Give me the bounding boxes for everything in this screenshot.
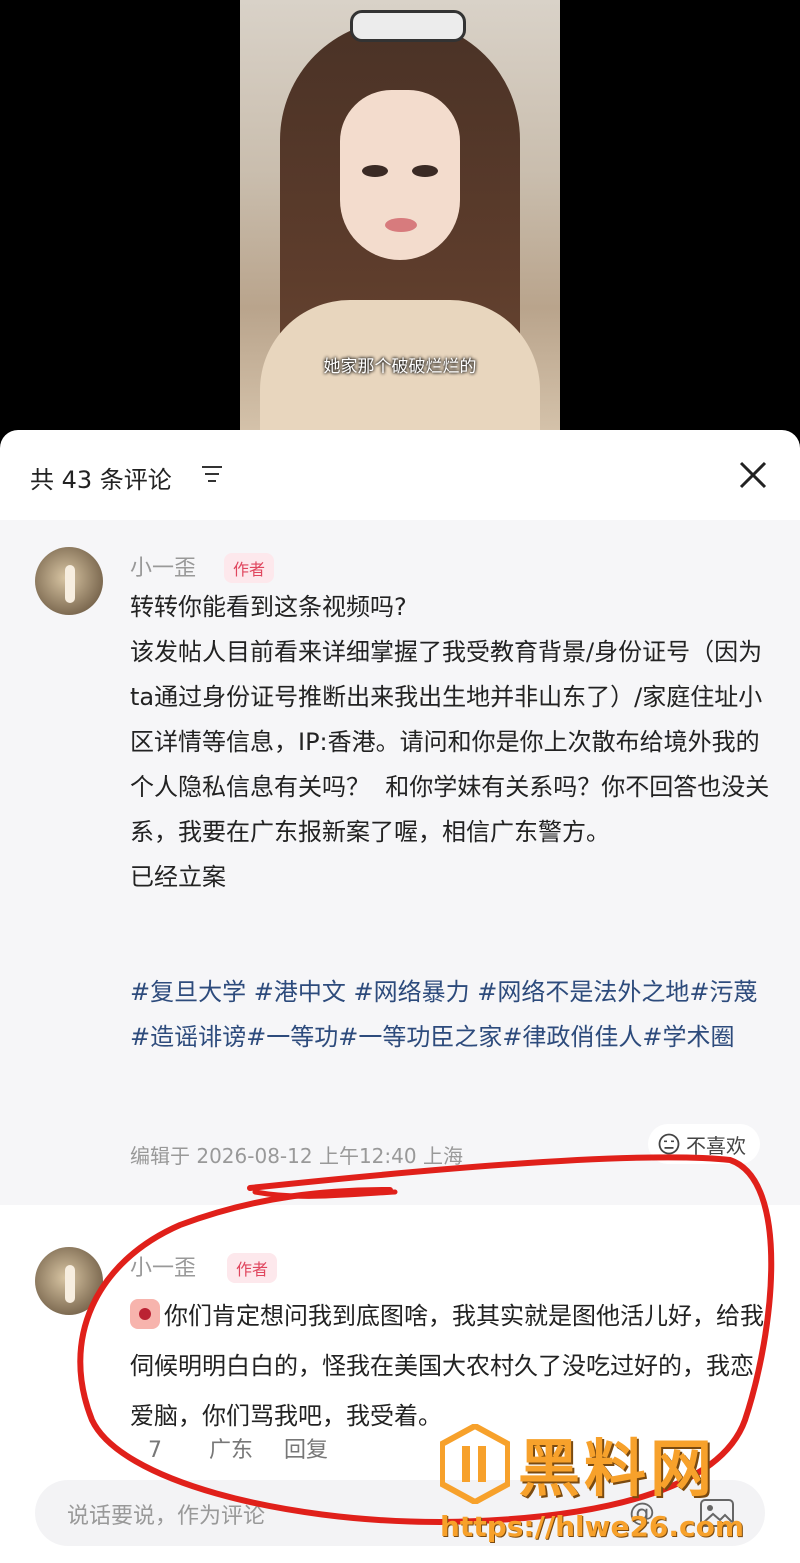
crying-emoji-icon: [130, 1299, 160, 1329]
comment-input-placeholder: 说话要说，作为评论: [67, 1504, 266, 1529]
comment-footer: 7 广东 回复: [148, 1432, 328, 1464]
dislike-button[interactable]: 不喜欢: [648, 1124, 760, 1164]
comment-hashtags[interactable]: #复旦大学 #港中文 #网络暴力 #网络不是法外之地#污蔑#造谣诽谤#一等功#一…: [130, 970, 770, 1060]
image-icon[interactable]: [699, 1498, 735, 1528]
filter-icon[interactable]: [202, 465, 224, 483]
comment-text-body: 你们肯定想问我到底图啥，我其实就是图他活儿好，给我伺候明明白白的，怪我在美国大农…: [130, 1302, 764, 1430]
reply-button[interactable]: 回复: [284, 1438, 328, 1463]
comment-username[interactable]: 小一歪: [130, 550, 196, 582]
comment-item: 小一歪 作者 转转你能看到这条视频吗? 该发帖人目前看来详细掌握了我受教育背景/…: [0, 520, 800, 1205]
video-subtitle: 她家那个破破烂烂的: [323, 357, 477, 377]
comment-input[interactable]: 说话要说，作为评论 @: [35, 1480, 765, 1546]
author-badge: 作者: [227, 1253, 278, 1283]
dislike-label: 不喜欢: [686, 1133, 746, 1158]
at-mention-icon[interactable]: @: [629, 1498, 655, 1528]
video-frame-sunglasses: [350, 10, 466, 42]
author-badge: 作者: [224, 553, 275, 583]
comments-count-title: 共 43 条评论: [30, 466, 172, 494]
comment-location: 广东: [209, 1438, 254, 1463]
comment-text: 你们肯定想问我到底图啥，我其实就是图他活儿好，给我伺候明明白白的，怪我在美国大农…: [130, 1291, 770, 1441]
dislike-face-icon: [658, 1133, 680, 1155]
comment-item: 小一歪 作者 你们肯定想问我到底图啥，我其实就是图他活儿好，给我伺候明明白白的，…: [0, 1205, 800, 1465]
comments-header: 共 43 条评论: [0, 430, 800, 520]
avatar[interactable]: [35, 1247, 103, 1315]
comments-sheet: 共 43 条评论 小一歪 作者 转转你能看到这条视频吗? 该发帖人目前看来详细掌…: [0, 430, 800, 1563]
avatar[interactable]: [35, 547, 103, 615]
close-icon[interactable]: [738, 460, 768, 490]
video-player[interactable]: 她家那个破破烂烂的: [240, 0, 560, 440]
comment-text: 转转你能看到这条视频吗? 该发帖人目前看来详细掌握了我受教育背景/身份证号（因为…: [130, 593, 770, 891]
comment-meta: 编辑于 2026-08-12 上午12:40 上海: [130, 1144, 463, 1168]
video-frame-face: [340, 90, 460, 260]
comment-username[interactable]: 小一歪: [130, 1250, 196, 1282]
comment-time: 7: [148, 1438, 162, 1463]
